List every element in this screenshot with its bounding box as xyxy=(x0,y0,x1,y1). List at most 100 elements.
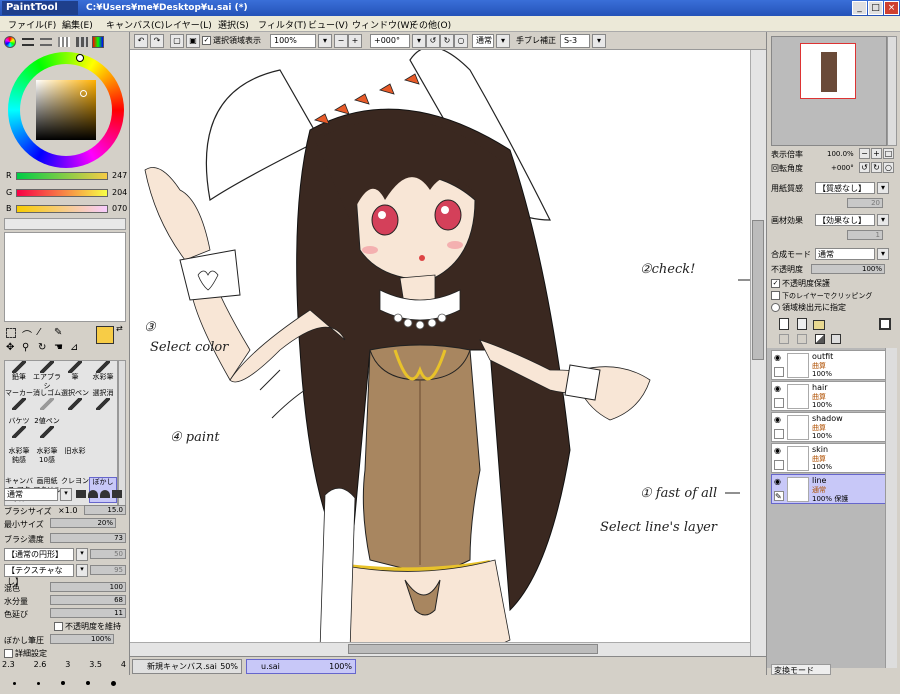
tool-watercolor-10[interactable]: 水彩筆 10感 xyxy=(33,447,61,473)
marquee-icon[interactable] xyxy=(6,328,16,338)
hand-icon[interactable]: ☚ xyxy=(54,342,63,353)
vertical-scroll-thumb[interactable] xyxy=(752,220,764,360)
brush-texture-field[interactable]: 【テクスチャなし】 xyxy=(4,564,74,586)
layer-item-selected[interactable]: ◉ ✎ line 通常 100% 保護 xyxy=(771,474,891,504)
tool-select-eraser[interactable]: 選択消 xyxy=(89,389,117,415)
zoom-dropdown-icon[interactable]: ▾ xyxy=(318,34,332,48)
brush-preset[interactable]: 4 xyxy=(121,660,126,672)
brush-preset[interactable]: 2.6 xyxy=(34,660,47,672)
tool-brush[interactable]: 筆 xyxy=(61,361,89,387)
palette-tab-icon[interactable] xyxy=(92,36,104,48)
r-value[interactable]: 247 xyxy=(112,171,127,180)
brush-texture-dropdown-icon[interactable]: ▾ xyxy=(76,564,88,577)
eye-icon[interactable]: ◉ xyxy=(774,353,784,363)
blend-dropdown-icon[interactable]: ▾ xyxy=(496,34,510,48)
zoom-field[interactable]: 100% xyxy=(270,34,316,48)
nav-rotate-value[interactable]: +000° xyxy=(831,162,854,175)
lasso-icon[interactable]: ⌒ xyxy=(22,327,32,342)
canvas-tab-active[interactable]: u.sai 100% xyxy=(246,659,356,674)
tool-marker[interactable]: マーカー xyxy=(5,389,33,415)
tool-grid-scrollbar[interactable] xyxy=(118,360,126,506)
swap-colors-icon[interactable]: ⇄ xyxy=(116,324,123,333)
menu-other[interactable]: その他(O) xyxy=(410,18,451,31)
zoom-out-icon[interactable]: − xyxy=(334,34,348,48)
eye-icon[interactable]: ◉ xyxy=(774,384,784,394)
brush-density-bar[interactable]: 73 xyxy=(50,533,126,543)
blend-mode-field[interactable]: 通常 xyxy=(472,34,494,48)
menu-view[interactable]: ビュー(V) xyxy=(308,18,348,31)
brush-preset[interactable]: 3.5 xyxy=(89,660,102,672)
picker-icon[interactable]: ⊿ xyxy=(70,342,78,353)
brush-shape-bar[interactable]: 50 xyxy=(90,549,126,559)
brush-icon[interactable]: ✎ xyxy=(774,491,784,501)
layer-lock-checkbox[interactable] xyxy=(774,398,784,408)
blur-pressure-bar[interactable]: 100% xyxy=(50,634,114,644)
edge-flat-icon[interactable] xyxy=(112,490,122,498)
horizontal-scroll-thumb[interactable] xyxy=(348,644,598,654)
layer-item[interactable]: ◉ hair 曲算 100% xyxy=(771,381,891,411)
brush-mode-dropdown-icon[interactable]: ▾ xyxy=(60,488,72,501)
rotation-dropdown-icon[interactable]: ▾ xyxy=(412,34,426,48)
paper-effect-dropdown-icon[interactable]: ▾ xyxy=(877,214,889,226)
tool-airbrush[interactable]: エアブラシ xyxy=(33,361,61,390)
menu-canvas[interactable]: キャンバス(C) xyxy=(106,18,164,31)
water-bar[interactable]: 68 xyxy=(50,595,126,605)
new-folder-icon[interactable] xyxy=(813,320,825,330)
brush-shape-dropdown-icon[interactable]: ▾ xyxy=(76,548,88,561)
brush-texture-bar[interactable]: 95 xyxy=(90,565,126,575)
layer-item[interactable]: ◉ shadow 曲算 100% xyxy=(771,412,891,442)
menu-edit[interactable]: 編集(E) xyxy=(62,18,93,31)
tool-binary-pen[interactable]: 2値ペン xyxy=(33,417,61,443)
paper-texture-field[interactable]: 【質感なし】 xyxy=(815,182,875,194)
rotation-field[interactable]: +000° xyxy=(370,34,410,48)
swatch-tab-icon[interactable] xyxy=(58,37,70,47)
zoom-in-icon[interactable]: + xyxy=(348,34,362,48)
brush-dot-icon[interactable] xyxy=(85,681,90,685)
layer-lock-checkbox[interactable] xyxy=(774,429,784,439)
merge-layer-icon[interactable] xyxy=(797,334,807,344)
hsv-slider-tab-icon[interactable] xyxy=(40,38,52,46)
brush-preset[interactable]: 2.3 xyxy=(2,660,15,672)
tool-watercolor[interactable]: 水彩筆 xyxy=(89,361,117,387)
brush-dot-icon[interactable] xyxy=(60,681,65,685)
g-value[interactable]: 204 xyxy=(112,188,127,197)
brush-preset[interactable]: 3 xyxy=(65,660,70,672)
menu-select[interactable]: 選択(S) xyxy=(218,18,249,31)
copy-layer-icon[interactable] xyxy=(779,334,789,344)
tool-old-watercolor[interactable]: 旧水彩 xyxy=(61,447,89,473)
b-value[interactable]: 070 xyxy=(112,204,127,213)
eye-icon[interactable]: ◉ xyxy=(774,477,784,487)
scratchpad-tab-icon[interactable] xyxy=(76,37,88,47)
hue-handle-icon[interactable] xyxy=(76,54,84,62)
rgb-slider-tab-icon[interactable] xyxy=(22,38,34,46)
rotate-reset-icon[interactable]: ○ xyxy=(454,34,468,48)
r-slider[interactable] xyxy=(16,172,108,180)
nav-zoom-in-icon[interactable]: + xyxy=(871,148,882,159)
canvas-tab[interactable]: 新規キャンバス.sai 50% xyxy=(132,659,242,674)
paper-texture-dropdown-icon[interactable]: ▾ xyxy=(877,182,889,194)
clear-layer-icon[interactable] xyxy=(815,334,825,344)
g-slider[interactable] xyxy=(16,189,108,197)
nav-zoom-reset-icon[interactable]: □ xyxy=(883,148,894,159)
tool-pencil[interactable]: 鉛筆 xyxy=(5,361,33,387)
rotate-right-icon[interactable]: ↻ xyxy=(440,34,454,48)
rotate-icon[interactable]: ↻ xyxy=(38,342,46,353)
layer-lock-checkbox[interactable] xyxy=(774,460,784,470)
brush-dot-icon[interactable] xyxy=(36,681,40,685)
menu-file[interactable]: ファイル(F) xyxy=(8,18,56,31)
paper-effect-bar[interactable]: 1 xyxy=(847,230,883,240)
new-layer-icon[interactable] xyxy=(779,318,789,330)
region-source-toggle[interactable]: 領域検出元に指定 xyxy=(771,301,897,314)
deselect-icon[interactable]: ▢ xyxy=(170,34,184,48)
new-linework-layer-icon[interactable] xyxy=(797,318,807,330)
close-button[interactable]: × xyxy=(884,1,899,15)
move-icon[interactable]: ✥ xyxy=(6,342,14,353)
brush-dot-icon[interactable] xyxy=(110,680,116,686)
edge-hard-icon[interactable] xyxy=(76,490,86,498)
tool-eraser[interactable]: 消しゴム xyxy=(33,389,61,415)
color-wheel-tab-icon[interactable] xyxy=(4,36,16,48)
eyedropper-icon[interactable]: ✎ xyxy=(54,327,62,338)
brush-shape-field[interactable]: 【通常の円形】 xyxy=(4,548,74,561)
edge-soft-icon[interactable] xyxy=(100,490,110,498)
layer-lock-checkbox[interactable] xyxy=(774,367,784,377)
